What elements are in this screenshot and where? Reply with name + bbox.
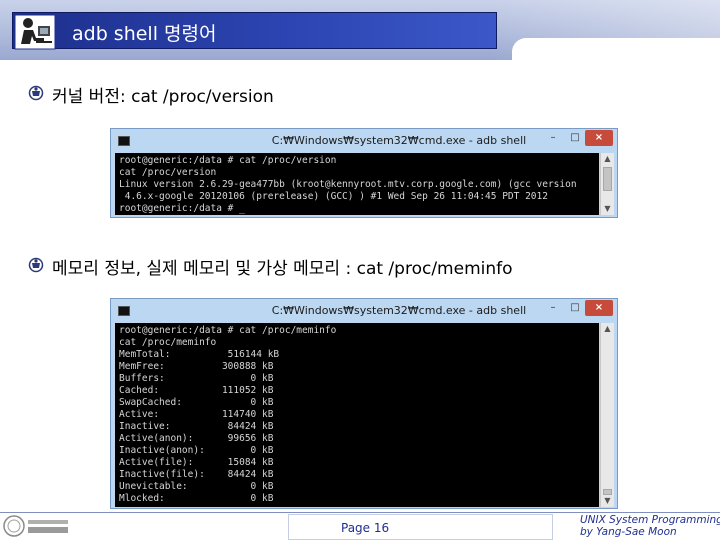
scroll-up-icon[interactable]: ▲ [601,153,614,165]
vertical-scrollbar[interactable]: ▲ ▼ [600,153,614,215]
page-title: adb shell 명령어 [72,23,217,45]
page-number-box [288,514,553,540]
cmd-titlebar[interactable]: C:₩Windows₩system32₩cmd.exe - adb shell … [111,129,617,153]
console-line: Buffers: 0 kB [119,373,274,384]
cmd-window-version[interactable]: C:₩Windows₩system32₩cmd.exe - adb shell … [110,128,618,218]
person-at-computer-icon [14,14,56,50]
console-line: 4.6.x-google 20120106 (prerelease) (GCC)… [119,191,548,202]
console-line: cat /proc/meminfo [119,337,217,348]
minimize-button[interactable]: – [543,130,563,146]
scroll-down-icon[interactable]: ▼ [601,203,614,215]
cmd-window-meminfo[interactable]: C:₩Windows₩system32₩cmd.exe - adb shell … [110,298,618,509]
course-name: UNIX System Programming [580,514,720,526]
console-line: root@generic:/data # cat /proc/version [119,155,337,166]
console-line: root@generic:/data # _ [119,203,245,214]
university-logo-icon [0,513,75,540]
bullet-emblem-icon [28,85,44,101]
console-line: Inactive(file): 84424 kB [119,469,274,480]
console-line: cat /proc/version [119,167,217,178]
vertical-scrollbar[interactable]: ▲ ▼ [600,323,614,507]
console-line: Mlocked: 0 kB [119,493,274,504]
header-tab [512,38,720,62]
cmd-window-title: C:₩Windows₩system32₩cmd.exe - adb shell [271,304,527,317]
bullet-text-meminfo: 메모리 정보, 실제 메모리 및 가상 메모리 : cat /proc/memi… [52,259,513,279]
console-line: Active: 114740 kB [119,409,274,420]
console-line: SwapCached: 0 kB [119,397,274,408]
console-output[interactable]: root@generic:/data # cat /proc/meminfo c… [115,323,599,507]
maximize-button[interactable]: □ [565,130,585,146]
console-output[interactable]: root@generic:/data # cat /proc/version c… [115,153,599,215]
console-line: MemTotal: 516144 kB [119,349,280,360]
page-number: Page 16 [341,521,390,535]
console-line: Unevictable: 0 kB [119,481,274,492]
footer-divider [0,512,720,513]
minimize-button[interactable]: – [543,300,563,316]
console-line: root@generic:/data # cat /proc/meminfo [119,325,337,336]
console-line: Inactive(anon): 0 kB [119,445,274,456]
console-line: Active(anon): 99656 kB [119,433,274,444]
console-line: Active(file): 15084 kB [119,457,274,468]
scroll-down-icon[interactable]: ▼ [601,495,614,507]
cmd-titlebar[interactable]: C:₩Windows₩system32₩cmd.exe - adb shell … [111,299,617,323]
console-line: MemFree: 300888 kB [119,361,274,372]
close-button[interactable]: × [585,300,613,316]
bullet-emblem-icon [28,257,44,273]
console-line: Inactive: 84424 kB [119,421,274,432]
author-name: by Yang-Sae Moon [580,526,677,538]
scroll-up-icon[interactable]: ▲ [601,323,614,335]
console-line: Linux version 2.6.29-gea477bb (kroot@ken… [119,179,577,190]
bullet-text-version: 커널 버전: cat /proc/version [52,87,274,107]
scroll-thumb[interactable] [603,167,612,191]
footer-credits: UNIX System Programming by Yang-Sae Moon [580,514,720,538]
maximize-button[interactable]: □ [565,300,585,316]
cmd-window-title: C:₩Windows₩system32₩cmd.exe - adb shell [271,134,527,147]
close-button[interactable]: × [585,130,613,146]
console-line: Cached: 111052 kB [119,385,274,396]
